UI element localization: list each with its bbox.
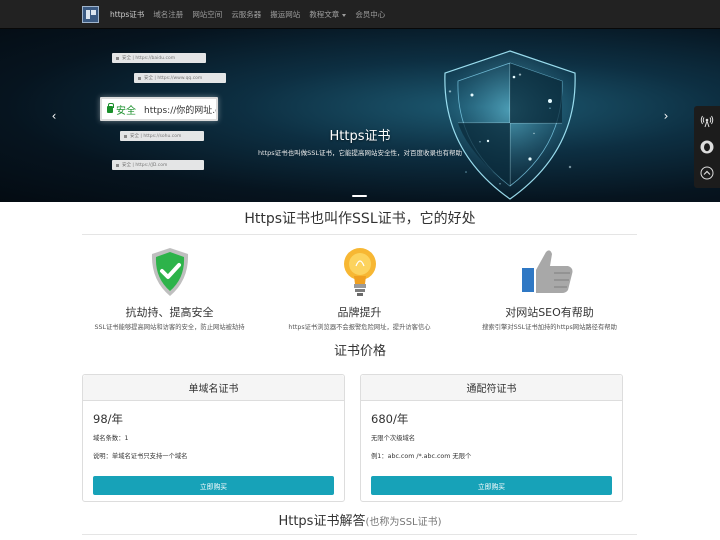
arrow-up-icon bbox=[700, 166, 714, 180]
hero-subtitle: https证书也叫做SSL证书，它能提高网站安全性，对百度收录也有帮助 bbox=[257, 149, 463, 157]
buy-button[interactable]: 立即购买 bbox=[93, 476, 334, 495]
lock-icon bbox=[138, 76, 141, 80]
top-navbar: https证书 域名注册 网站空间 云服务器 搬运网站 教程文章 会员中心 bbox=[0, 0, 720, 29]
secure-label: 安全 bbox=[116, 105, 136, 117]
url-bar-text: 安全 | https://sohu.com bbox=[130, 134, 182, 139]
url-bar-decor: 安全 | https://JD.com bbox=[112, 160, 204, 170]
plan-detail: 域名条数：1 bbox=[93, 435, 129, 442]
plan-card-wildcard: 通配符证书 680/年 无限个次级域名 例1：abc.com /*.abc.co… bbox=[360, 374, 623, 502]
feature-title: 对网站SEO有帮助 bbox=[505, 306, 594, 319]
nav-item-hosting[interactable]: 网站空间 bbox=[192, 9, 222, 20]
lock-icon bbox=[107, 102, 114, 113]
hero-title: Https证书 bbox=[329, 129, 391, 144]
plan-card-single: 单域名证书 98/年 域名条数：1 说明：单域名证书只支持一个域名 立即购买 bbox=[82, 374, 345, 502]
carousel-prev-button[interactable]: ‹ bbox=[47, 109, 61, 123]
lock-icon bbox=[116, 163, 119, 167]
buy-button[interactable]: 立即购买 bbox=[371, 476, 612, 495]
star-field bbox=[410, 41, 610, 202]
plan-name: 单域名证书 bbox=[83, 375, 344, 401]
section-title-pricing: 证书价格 bbox=[333, 344, 386, 359]
feature-desc: https证书浏览器不会报警危险网址，提升访客信心 bbox=[288, 324, 431, 331]
url-bar-decor: 安全 | https://baidu.com bbox=[112, 53, 206, 63]
lock-icon bbox=[124, 134, 127, 138]
carousel-indicator[interactable] bbox=[352, 195, 367, 197]
plan-name: 通配符证书 bbox=[361, 375, 622, 401]
signal-button[interactable] bbox=[698, 112, 716, 130]
plan-price: 680/年 bbox=[371, 412, 409, 426]
nav-item-migrate[interactable]: 搬运网站 bbox=[270, 9, 300, 20]
faq-title-note: (也称为SSL证书) bbox=[365, 517, 442, 528]
divider bbox=[82, 234, 637, 235]
thumbs-up-icon bbox=[522, 250, 573, 293]
nav-item-cloud-server[interactable]: 云服务器 bbox=[231, 9, 261, 20]
nav-item-https[interactable]: https证书 bbox=[110, 9, 144, 20]
feature-desc: 搜索引擎对SSL证书加持的https网站路径有帮助 bbox=[482, 324, 617, 331]
feature-title: 品牌提升 bbox=[337, 306, 382, 319]
nav-item-tutorials-label: 教程文章 bbox=[309, 10, 340, 19]
section-title-benefits: Https证书也叫作SSL证书，它的好处 bbox=[244, 211, 476, 227]
nav-item-domain[interactable]: 域名注册 bbox=[153, 9, 183, 20]
main-nav: https证书 域名注册 网站空间 云服务器 搬运网站 教程文章 会员中心 bbox=[110, 0, 385, 29]
url-bar-decor: 安全 | https://www.qq.com bbox=[134, 73, 226, 83]
plan-price: 98/年 bbox=[93, 412, 124, 426]
feature-title: 抗劫持、提高安全 bbox=[125, 306, 214, 319]
nav-item-tutorials[interactable]: 教程文章 bbox=[309, 9, 347, 20]
lightbulb-icon bbox=[344, 248, 376, 296]
lock-icon bbox=[116, 56, 119, 60]
url-bar-text: 安全 | https://baidu.com bbox=[122, 56, 176, 61]
section-title-faq: Https证书解答(也称为SSL证书) bbox=[0, 510, 720, 529]
url-bar-text: 安全 | https://www.qq.com bbox=[144, 76, 203, 81]
carousel-next-button[interactable]: › bbox=[659, 109, 673, 123]
shield-graphic bbox=[410, 41, 610, 202]
chevron-down-icon bbox=[342, 13, 347, 17]
faq-title-main: Https证书解答 bbox=[278, 514, 366, 529]
plan-detail: 无限个次级域名 bbox=[371, 435, 416, 442]
plan-note: 说明：单域名证书只支持一个域名 bbox=[93, 453, 188, 460]
nav-item-member[interactable]: 会员中心 bbox=[355, 9, 385, 20]
url-bar-text: 安全 | https://JD.com bbox=[122, 163, 168, 168]
url-bar-main: 安全 https://你的网址.com bbox=[100, 97, 218, 121]
qq-button[interactable] bbox=[698, 138, 716, 156]
feature-desc: SSL证书能够提高网站和访客的安全，防止网站被劫持 bbox=[94, 324, 245, 331]
broadcast-icon bbox=[700, 115, 714, 128]
qq-icon bbox=[700, 140, 714, 154]
side-float-toolbar bbox=[694, 106, 720, 188]
shield-check-icon bbox=[151, 248, 189, 296]
main-url-text: https://你的网址.com bbox=[144, 105, 216, 116]
secure-badge: 安全 bbox=[107, 102, 136, 117]
plan-note: 例1：abc.com /*.abc.com 无限个 bbox=[371, 453, 472, 460]
site-logo[interactable] bbox=[82, 6, 99, 23]
hero-carousel: 安全 | https://baidu.com 安全 | https://www.… bbox=[0, 29, 720, 202]
divider bbox=[82, 534, 637, 535]
back-to-top-button[interactable] bbox=[698, 164, 716, 182]
